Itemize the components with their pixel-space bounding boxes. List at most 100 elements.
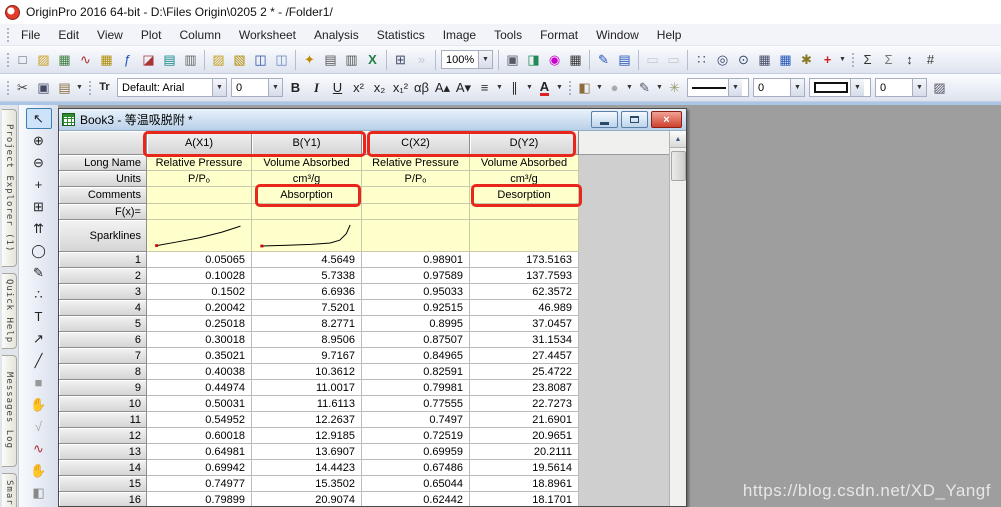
import-ascii-icon[interactable]: ▤ <box>320 49 341 70</box>
sum-column-icon[interactable]: Σ <box>857 49 878 70</box>
copy-icon[interactable]: ▣ <box>33 77 54 98</box>
scrollbar-thumb[interactable] <box>671 151 686 181</box>
add-new-column-icon[interactable]: + <box>817 49 838 70</box>
cell-c-16[interactable]: 0.62442 <box>362 492 470 506</box>
sort-icon[interactable]: ↕ <box>899 49 920 70</box>
cell-long_name-d[interactable]: Volume Absorbed <box>470 155 579 171</box>
chevron-down-icon[interactable]: ▼ <box>478 51 492 68</box>
toolbar-gripper[interactable] <box>5 51 9 68</box>
text-tool-icon[interactable]: T <box>26 306 52 327</box>
open-file-icon[interactable]: ▨ <box>208 49 229 70</box>
new-excel-icon[interactable]: ▥ <box>180 49 201 70</box>
menu-tools[interactable]: Tools <box>485 25 531 45</box>
cell-d-8[interactable]: 25.4722 <box>470 364 579 380</box>
cell-d-7[interactable]: 27.4457 <box>470 348 579 364</box>
cell-comments-a[interactable] <box>147 187 252 204</box>
cell-a-6[interactable]: 0.30018 <box>147 332 252 348</box>
cell-b-5[interactable]: 8.2771 <box>252 316 362 332</box>
cell-b-14[interactable]: 14.4423 <box>252 460 362 476</box>
dropdown-arrow-icon[interactable]: ▼ <box>525 77 534 98</box>
print-preview-icon[interactable]: ◨ <box>523 49 544 70</box>
zoom-in-icon[interactable]: ⊕ <box>26 130 52 151</box>
menu-edit[interactable]: Edit <box>49 25 88 45</box>
cell-c-5[interactable]: 0.8995 <box>362 316 470 332</box>
cell-c-10[interactable]: 0.77555 <box>362 396 470 412</box>
cell-comments-d[interactable]: Desorption <box>470 187 579 204</box>
row-header-4[interactable]: 4 <box>59 300 147 316</box>
save-project-icon[interactable]: ◫ <box>250 49 271 70</box>
cell-c-14[interactable]: 0.67486 <box>362 460 470 476</box>
cell-a-9[interactable]: 0.44974 <box>147 380 252 396</box>
column-header-a[interactable]: A(X1) <box>147 131 252 155</box>
dropdown-arrow-icon[interactable]: ▼ <box>655 77 664 98</box>
cell-c-11[interactable]: 0.7497 <box>362 412 470 428</box>
cell-c-4[interactable]: 0.92515 <box>362 300 470 316</box>
cell-d-9[interactable]: 23.8087 <box>470 380 579 396</box>
dropdown-arrow-icon[interactable]: ▼ <box>555 77 564 98</box>
row-label-units[interactable]: Units <box>59 171 147 187</box>
cell-long_name-b[interactable]: Volume Absorbed <box>252 155 362 171</box>
hatch-pattern-icon[interactable]: ▨ <box>929 77 950 98</box>
zoom-select[interactable]: 100% ▼ <box>441 50 493 69</box>
cell-b-7[interactable]: 9.7167 <box>252 348 362 364</box>
video-builder-icon[interactable]: ▦ <box>565 49 586 70</box>
dropdown-arrow-icon[interactable]: ▼ <box>838 49 847 70</box>
menu-statistics[interactable]: Statistics <box>368 25 434 45</box>
new-graph-icon[interactable]: ∿ <box>75 49 96 70</box>
menu-worksheet[interactable]: Worksheet <box>230 25 305 45</box>
cell-d-2[interactable]: 137.7593 <box>470 268 579 284</box>
subscript-icon[interactable]: x₂ <box>369 77 390 98</box>
cluster-tool-icon[interactable]: ∴ <box>26 284 52 305</box>
cell-b-8[interactable]: 10.3612 <box>252 364 362 380</box>
pattern-color-icon[interactable]: ● <box>604 77 625 98</box>
pointer-icon[interactable]: ↖ <box>25 108 52 129</box>
fill-color-icon[interactable]: ◧ <box>574 77 595 98</box>
screen-reader-icon[interactable]: + <box>26 174 52 195</box>
dock-tab-quick-help[interactable]: Quick Help <box>2 273 17 349</box>
scroll-up-button[interactable]: ▲ <box>670 131 686 148</box>
underline-icon[interactable]: U <box>327 77 348 98</box>
cell-fx-c[interactable] <box>362 204 470 220</box>
new-layout-icon[interactable]: ◪ <box>138 49 159 70</box>
menu-image[interactable]: Image <box>434 25 485 45</box>
menu-view[interactable]: View <box>88 25 132 45</box>
cell-comments-b[interactable]: Absorption <box>252 187 362 204</box>
line-style-select[interactable]: ▼ <box>687 78 749 97</box>
cell-a-12[interactable]: 0.60018 <box>147 428 252 444</box>
project-explorer-icon[interactable]: ∷ <box>691 49 712 70</box>
sparkline-b[interactable] <box>252 220 362 252</box>
cell-d-15[interactable]: 18.8961 <box>470 476 579 492</box>
format-worksheet-icon[interactable]: ▦ <box>775 49 796 70</box>
edit-page-icon[interactable]: ✎ <box>593 49 614 70</box>
row-header-1[interactable]: 1 <box>59 252 147 268</box>
row-label-sparklines[interactable]: Sparklines <box>59 220 147 252</box>
cell-fx-a[interactable] <box>147 204 252 220</box>
layer-arrange-icon[interactable]: ▤ <box>614 49 635 70</box>
cell-a-4[interactable]: 0.20042 <box>147 300 252 316</box>
cell-b-4[interactable]: 7.5201 <box>252 300 362 316</box>
row-header-16[interactable]: 16 <box>59 492 147 506</box>
cell-b-15[interactable]: 15.3502 <box>252 476 362 492</box>
chevron-down-icon[interactable]: ▼ <box>790 79 804 96</box>
sub-superscript-icon[interactable]: x₁² <box>390 77 411 98</box>
cell-b-10[interactable]: 11.6113 <box>252 396 362 412</box>
bold-icon[interactable]: B <box>285 77 306 98</box>
italic-icon[interactable]: I <box>306 77 327 98</box>
line-color-icon[interactable]: ✎ <box>634 77 655 98</box>
row-header-10[interactable]: 10 <box>59 396 147 412</box>
column-header-c[interactable]: C(X2) <box>362 131 470 155</box>
toolbar-gripper[interactable] <box>5 79 9 96</box>
line-tool-icon[interactable]: ╱ <box>26 350 52 371</box>
cell-d-3[interactable]: 62.3572 <box>470 284 579 300</box>
cell-c-2[interactable]: 0.97589 <box>362 268 470 284</box>
dropdown-arrow-icon[interactable]: ▼ <box>625 77 634 98</box>
arrow-tool-icon[interactable]: ↗ <box>26 328 52 349</box>
cell-fx-b[interactable] <box>252 204 362 220</box>
menu-column[interactable]: Column <box>171 25 230 45</box>
rotate-3d-icon[interactable]: ◧ <box>26 482 52 503</box>
data-reader-icon[interactable]: ⊞ <box>26 196 52 217</box>
superscript-icon[interactable]: x² <box>348 77 369 98</box>
system-settings-icon[interactable]: ✱ <box>796 49 817 70</box>
cell-d-10[interactable]: 22.7273 <box>470 396 579 412</box>
sparkline-d[interactable] <box>470 220 579 252</box>
